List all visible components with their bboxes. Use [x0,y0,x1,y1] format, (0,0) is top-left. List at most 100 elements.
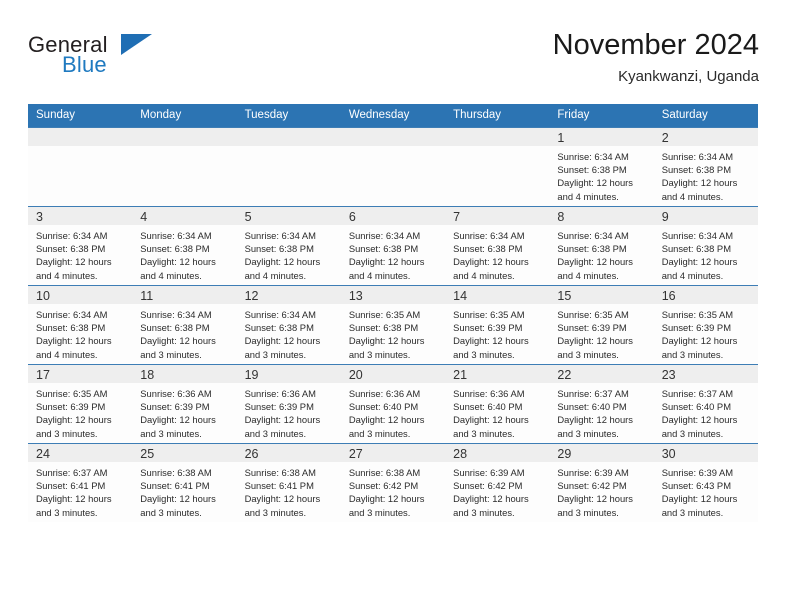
calendar-day-cell[interactable]: 1 Sunrise: 6:34 AM Sunset: 6:38 PM Daylight… [549,127,654,207]
calendar-day-cell[interactable]: 5 Sunrise: 6:34 AM Sunset: 6:38 PM Daylight… [236,206,341,286]
calendar-day-cell[interactable]: 12 Sunrise: 6:34 AM Sunset: 6:38 PM Dayligh… [236,285,341,365]
daylight-text-line1: Daylight: 12 hours [557,256,633,268]
calendar-day-cell[interactable]: 26 Sunrise: 6:38 AM Sunset: 6:41 PM Dayligh… [236,443,341,522]
calendar-day-cell[interactable]: 27 Sunrise: 6:38 AM Sunset: 6:42 PM Dayligh… [340,443,446,522]
calendar-day-cell[interactable]: 25 Sunrise: 6:38 AM Sunset: 6:41 PM Dayligh… [132,443,237,522]
calendar-empty-cell [132,127,237,207]
calendar-day-cell[interactable]: 15 Sunrise: 6:35 AM Sunset: 6:39 PM Dayligh… [549,285,654,365]
calendar-day-cell[interactable]: 23 Sunrise: 6:37 AM Sunset: 6:40 PM Dayligh… [653,364,758,444]
day-details: Sunrise: 6:35 AM Sunset: 6:38 PM Daylight:… [341,304,445,361]
daylight-text-line2: and 4 minutes. [661,190,724,202]
day-cell-inner [445,128,550,206]
calendar-day-cell[interactable]: 7 Sunrise: 6:34 AM Sunset: 6:38 PM Daylight… [445,206,550,286]
sunset-text: Sunset: 6:41 PM [140,480,210,492]
day-number: 28 [453,447,468,461]
sunset-text: Sunset: 6:38 PM [140,322,210,334]
sunset-text: Sunset: 6:39 PM [36,401,106,413]
daylight-text-line2: and 4 minutes. [348,269,411,281]
calendar-day-cell[interactable]: 30 Sunrise: 6:39 AM Sunset: 6:43 PM Dayligh… [653,443,758,522]
day-cell-inner: 29 Sunrise: 6:39 AM Sunset: 6:42 PM Dayligh… [549,444,654,522]
sunrise-text: Sunrise: 6:36 AM [453,388,525,399]
day-cell-inner: 19 Sunrise: 6:36 AM Sunset: 6:39 PM Dayligh… [236,365,341,443]
sunset-text: Sunset: 6:41 PM [244,480,314,492]
calendar-day-cell[interactable]: 2 Sunrise: 6:34 AM Sunset: 6:38 PM Daylight… [653,127,758,207]
sunrise-text: Sunrise: 6:37 AM [557,388,629,399]
calendar-day-cell[interactable]: 18 Sunrise: 6:36 AM Sunset: 6:39 PM Dayligh… [132,364,237,444]
calendar-day-cell[interactable]: 14 Sunrise: 6:35 AM Sunset: 6:39 PM Dayligh… [445,285,550,365]
calendar-day-cell[interactable]: 24 Sunrise: 6:37 AM Sunset: 6:41 PM Dayligh… [28,443,133,522]
sunrise-text: Sunrise: 6:37 AM [661,388,734,399]
day-cell-inner: 22 Sunrise: 6:37 AM Sunset: 6:40 PM Dayligh… [549,365,654,443]
day-cell-inner: 10 Sunrise: 6:34 AM Sunset: 6:38 PM Dayligh… [28,286,133,364]
calendar-day-cell[interactable]: 29 Sunrise: 6:39 AM Sunset: 6:42 PM Dayligh… [549,443,654,522]
sunset-text: Sunset: 6:38 PM [557,164,627,176]
sunset-text: Sunset: 6:39 PM [557,322,627,334]
daylight-text-line2: and 3 minutes. [140,348,202,360]
daylight-text-line1: Daylight: 12 hours [557,493,633,505]
day-number: 20 [348,368,363,382]
calendar-day-cell[interactable]: 19 Sunrise: 6:36 AM Sunset: 6:39 PM Dayligh… [236,364,341,444]
daylight-text-line1: Daylight: 12 hours [557,414,633,426]
sunrise-text: Sunrise: 6:34 AM [36,309,108,320]
general-blue-logo[interactable]: General Blue [28,32,178,84]
weekday-header-thursday: Thursday [445,104,550,128]
day-number: 6 [348,210,356,224]
day-number-band: 22 [549,365,654,383]
day-number-band: 26 [236,444,341,462]
calendar-header-row: Sunday Monday Tuesday Wednesday Thursday… [28,104,758,128]
sunrise-text: Sunrise: 6:34 AM [140,309,212,320]
day-details: Sunrise: 6:34 AM Sunset: 6:38 PM Daylight:… [549,225,653,282]
weekday-header-friday: Friday [549,104,654,128]
calendar-day-cell[interactable]: 21 Sunrise: 6:36 AM Sunset: 6:40 PM Dayligh… [445,364,550,444]
calendar-day-cell[interactable]: 9 Sunrise: 6:34 AM Sunset: 6:38 PM Daylight… [653,206,758,286]
calendar-day-cell[interactable]: 3 Sunrise: 6:34 AM Sunset: 6:38 PM Daylight… [28,206,133,286]
sunrise-text: Sunrise: 6:35 AM [36,388,108,399]
day-number-band: 21 [445,365,550,383]
calendar-day-cell[interactable]: 22 Sunrise: 6:37 AM Sunset: 6:40 PM Dayligh… [549,364,654,444]
calendar-day-cell[interactable]: 10 Sunrise: 6:34 AM Sunset: 6:38 PM Dayligh… [28,285,133,365]
day-number-band: 5 [236,207,341,225]
day-number: 22 [557,368,572,382]
day-number-band: 9 [653,207,758,225]
day-cell-inner: 7 Sunrise: 6:34 AM Sunset: 6:38 PM Daylight… [445,207,550,285]
day-number: 8 [557,210,565,224]
calendar-day-cell[interactable]: 11 Sunrise: 6:34 AM Sunset: 6:38 PM Dayligh… [132,285,237,365]
sunrise-text: Sunrise: 6:35 AM [348,309,421,320]
calendar-day-cell[interactable]: 28 Sunrise: 6:39 AM Sunset: 6:42 PM Dayligh… [445,443,550,522]
day-details: Sunrise: 6:35 AM Sunset: 6:39 PM Daylight:… [654,304,758,361]
daylight-text-line2: and 3 minutes. [661,348,724,360]
day-number: 7 [453,210,461,224]
calendar-week-row: 24 Sunrise: 6:37 AM Sunset: 6:41 PM Dayligh… [28,443,758,522]
day-cell-inner [340,128,446,206]
calendar-day-cell[interactable]: 16 Sunrise: 6:35 AM Sunset: 6:39 PM Dayligh… [653,285,758,365]
daylight-text-line2: and 4 minutes. [661,269,724,281]
day-details: Sunrise: 6:39 AM Sunset: 6:42 PM Daylight:… [445,462,549,519]
sunrise-text: Sunrise: 6:34 AM [348,230,421,241]
day-number: 10 [36,289,50,303]
daylight-text-line2: and 3 minutes. [557,506,619,518]
day-number-band [445,128,550,146]
sunrise-text: Sunrise: 6:34 AM [244,309,316,320]
calendar-day-cell[interactable]: 13 Sunrise: 6:35 AM Sunset: 6:38 PM Dayligh… [340,285,446,365]
daylight-text-line2: and 3 minutes. [244,506,307,518]
sunrise-text: Sunrise: 6:35 AM [661,309,734,320]
day-details: Sunrise: 6:37 AM Sunset: 6:40 PM Daylight:… [654,383,758,440]
day-number-band: 2 [653,128,758,146]
daylight-text-line1: Daylight: 12 hours [244,493,321,505]
calendar-day-cell[interactable]: 17 Sunrise: 6:35 AM Sunset: 6:39 PM Dayligh… [28,364,133,444]
sunrise-text: Sunrise: 6:36 AM [244,388,316,399]
daylight-text-line1: Daylight: 12 hours [557,177,633,189]
day-number: 14 [453,289,468,303]
day-number: 1 [557,131,565,145]
daylight-text-line1: Daylight: 12 hours [557,335,633,347]
day-details: Sunrise: 6:34 AM Sunset: 6:38 PM Daylight:… [132,304,236,361]
day-number: 25 [140,447,155,461]
calendar-day-cell[interactable]: 4 Sunrise: 6:34 AM Sunset: 6:38 PM Daylight… [132,206,237,286]
daylight-text-line2: and 3 minutes. [348,348,411,360]
calendar-day-cell[interactable]: 6 Sunrise: 6:34 AM Sunset: 6:38 PM Daylight… [340,206,446,286]
calendar-day-cell[interactable]: 8 Sunrise: 6:34 AM Sunset: 6:38 PM Daylight… [549,206,654,286]
day-cell-inner [132,128,237,206]
day-cell-inner: 27 Sunrise: 6:38 AM Sunset: 6:42 PM Dayligh… [340,444,446,522]
calendar-day-cell[interactable]: 20 Sunrise: 6:36 AM Sunset: 6:40 PM Dayligh… [340,364,446,444]
daylight-text-line2: and 3 minutes. [140,427,202,439]
